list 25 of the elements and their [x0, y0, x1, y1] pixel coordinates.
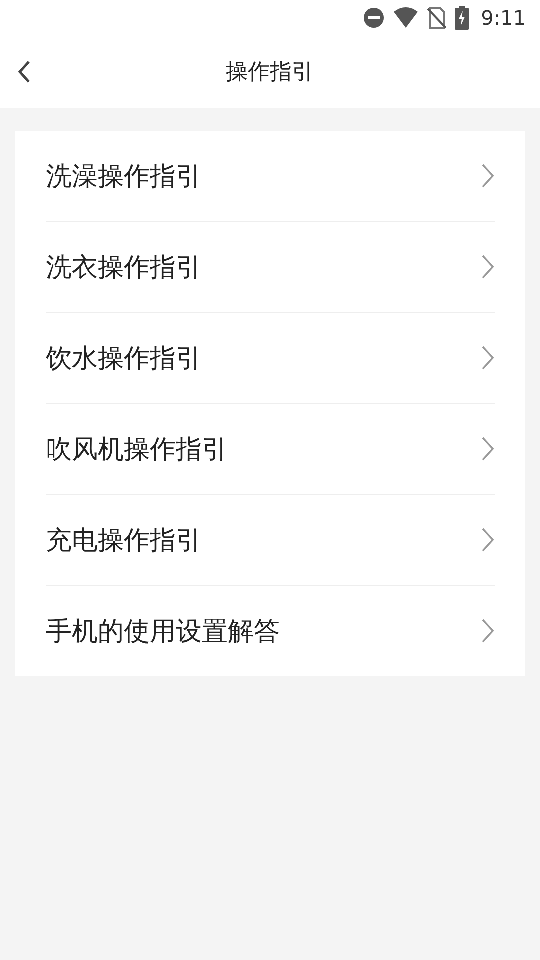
page-title: 操作指引	[226, 59, 314, 87]
chevron-right-icon	[481, 527, 495, 553]
chevron-right-icon	[481, 345, 495, 371]
menu-item[interactable]: 洗澡操作指引	[46, 131, 495, 221]
battery-charging-icon	[455, 6, 470, 30]
chevron-right-icon	[481, 618, 495, 644]
menu-item-label: 洗衣操作指引	[46, 252, 202, 284]
menu-item[interactable]: 洗衣操作指引	[46, 221, 495, 312]
menu-item[interactable]: 充电操作指引	[46, 494, 495, 585]
wifi-icon	[393, 7, 420, 29]
menu-item[interactable]: 饮水操作指引	[46, 312, 495, 403]
menu-item-label: 手机的使用设置解答	[46, 616, 280, 648]
back-icon	[17, 60, 31, 84]
menu-item-label: 饮水操作指引	[46, 342, 202, 376]
chevron-right-icon	[481, 254, 495, 280]
menu-item-label: 充电操作指引	[46, 524, 202, 558]
menu-item-label: 吹风机操作指引	[46, 434, 228, 466]
chevron-right-icon	[481, 436, 495, 462]
do-not-disturb-icon	[363, 7, 386, 29]
menu-item[interactable]: 手机的使用设置解答	[46, 585, 495, 676]
status-time: 9:11	[481, 6, 526, 30]
menu-item[interactable]: 吹风机操作指引	[46, 403, 495, 494]
chevron-right-icon	[481, 163, 495, 189]
menu-item-label: 洗澡操作指引	[46, 160, 202, 194]
no-sim-icon	[427, 7, 448, 29]
